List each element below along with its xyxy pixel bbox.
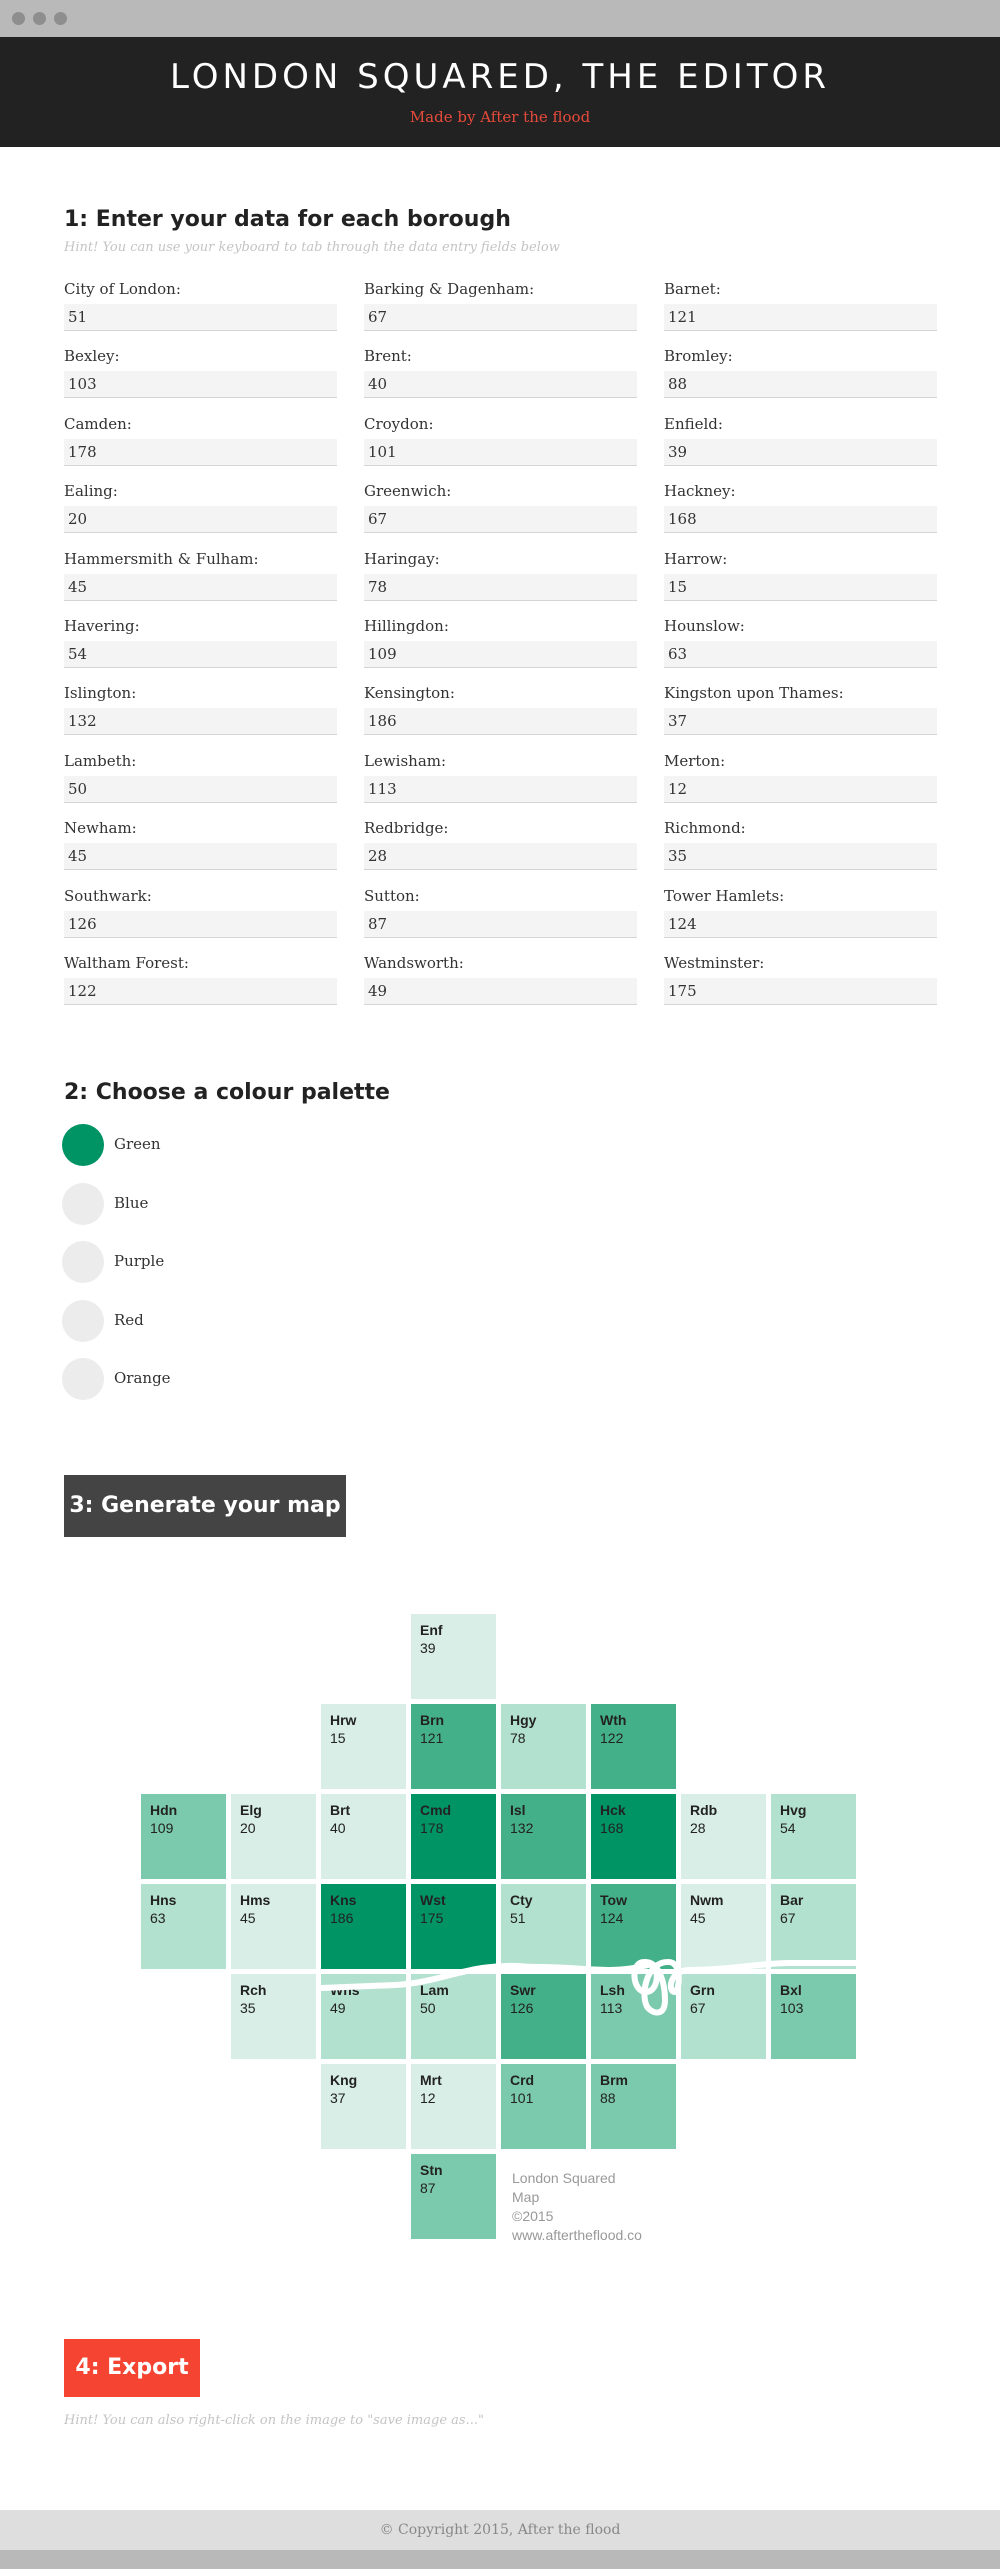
window-bottom-bar [0, 2550, 1000, 2569]
step4-hint: Hint! You can also right-click on the im… [64, 2413, 484, 2428]
export-button[interactable]: 4: Export [64, 2339, 200, 2397]
map-credit-title: London Squared Map [512, 2170, 616, 2205]
site-footer: © Copyright 2015, After the flood [0, 2510, 1000, 2550]
browser-window: LONDON SQUARED, THE EDITOR Made by After… [0, 0, 1000, 2569]
map-credit-url: ©2015 www.aftertheflood.co [512, 2208, 642, 2243]
thames-river [319, 1959, 859, 2016]
copyright-text: © Copyright 2015, After the flood [379, 2522, 621, 2538]
map-credit: London Squared Map ©2015 www.aftertheflo… [512, 2169, 642, 2245]
